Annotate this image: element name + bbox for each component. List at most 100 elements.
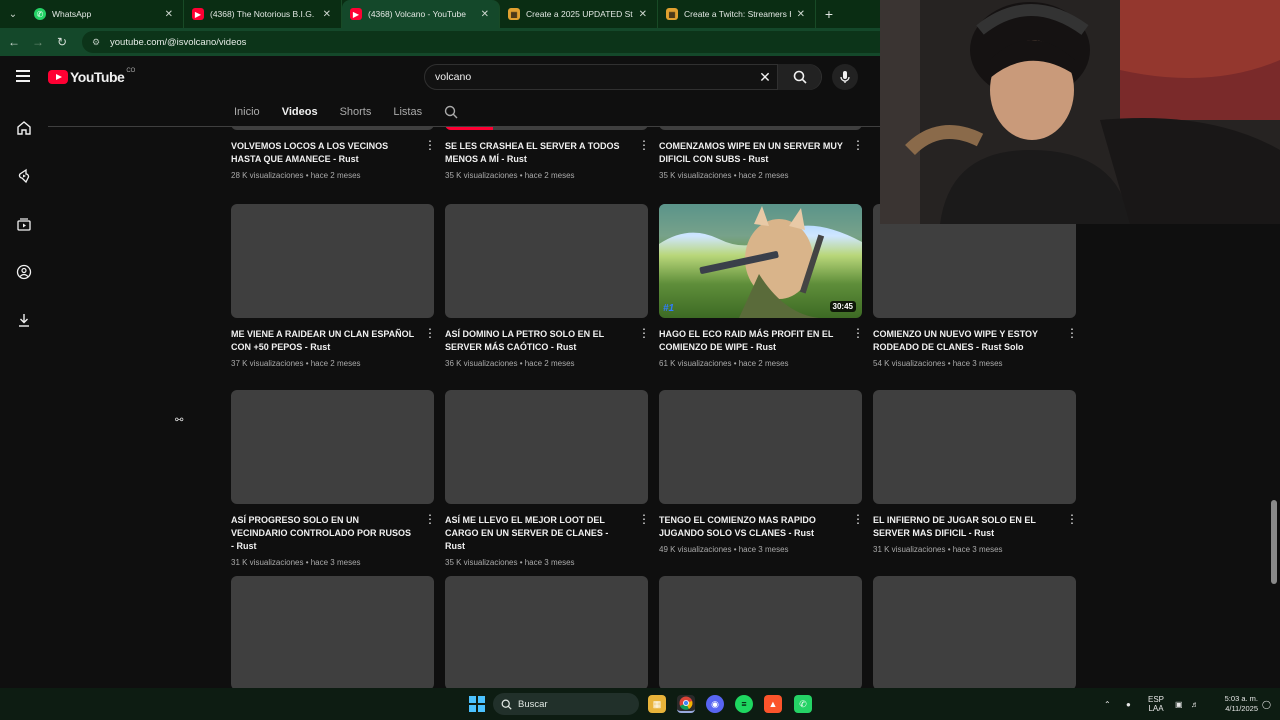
video-card[interactable] [659,576,862,688]
video-thumbnail[interactable] [659,576,862,688]
notifications-icon[interactable]: ◯ [1262,688,1271,720]
start-menu-icon[interactable] [469,696,485,712]
video-thumbnail[interactable] [231,576,434,688]
video-card[interactable] [231,576,434,688]
video-thumbnail[interactable] [231,390,434,504]
video-thumbnail[interactable] [445,390,648,504]
video-views: 54 K visualizaciones [873,359,946,368]
more-actions-icon[interactable]: ⋮ [1066,326,1078,340]
tab-search-chevron-icon[interactable]: ⌄ [0,0,26,28]
video-thumbnail[interactable] [659,127,862,130]
video-card[interactable]: SE LES CRASHEA EL SERVER A TODOS MENOS A… [445,127,650,180]
close-tab-icon[interactable]: ✕ [797,9,805,20]
tab-videos[interactable]: Videos [282,98,318,126]
browser-tab-volcano[interactable]: ▶ (4368) Volcano - YouTube ✕ [342,0,500,28]
video-card[interactable]: ASÍ PROGRESO SOLO EN UN VECINDARIO CONTR… [231,390,436,567]
video-card[interactable]: TENGO EL COMIENZO MAS RAPIDO JUGANDO SOL… [659,390,864,554]
video-card[interactable]: ME VIENE A RAIDEAR UN CLAN ESPAÑOL CON +… [231,204,436,368]
more-actions-icon[interactable]: ⋮ [424,512,436,526]
more-actions-icon[interactable]: ⋮ [852,512,864,526]
video-card[interactable] [873,576,1076,688]
tab-shorts[interactable]: Shorts [340,98,372,126]
video-title[interactable]: SE LES CRASHEA EL SERVER A TODOS MENOS A… [445,140,630,166]
discord-icon[interactable]: ◉ [706,695,724,713]
close-tab-icon[interactable]: ✕ [481,9,489,20]
tab-inicio[interactable]: Inicio [234,98,260,126]
more-actions-icon[interactable]: ⋮ [424,138,436,152]
new-tab-icon[interactable]: + [816,6,842,22]
video-card[interactable]: COMENZAMOS WIPE EN UN SERVER MUY DIFICIL… [659,127,864,180]
windows-taskbar: Buscar ▦ ◉ ≡ ▲ ✆ ⌃ ● ESP LAA ▣ ♬ 5:03 a.… [0,688,1280,720]
logo-text: YouTube [70,69,125,85]
more-actions-icon[interactable]: ⋮ [1066,512,1078,526]
video-title[interactable]: EL INFIERNO DE JUGAR SOLO EN EL SERVER M… [873,514,1058,540]
youtube-logo[interactable]: YouTube CO [48,68,135,85]
more-actions-icon[interactable]: ⋮ [852,326,864,340]
network-icon[interactable]: ▣ [1175,688,1183,720]
more-actions-icon[interactable]: ⋮ [638,512,650,526]
system-clock[interactable]: 5:03 a. m. 4/11/2025 [1210,694,1258,714]
search-icon [793,70,807,84]
video-title[interactable]: ASÍ PROGRESO SOLO EN UN VECINDARIO CONTR… [231,514,416,553]
close-tab-icon[interactable]: ✕ [639,9,647,20]
video-thumbnail[interactable] [231,204,434,318]
voice-search-button[interactable] [832,64,858,90]
video-thumbnail[interactable] [445,204,648,318]
more-actions-icon[interactable]: ⋮ [424,326,436,340]
tray-microphone-icon[interactable]: ● [1126,688,1131,720]
spotify-icon[interactable]: ≡ [735,695,753,713]
video-card[interactable]: VOLVEMOS LOCOS A LOS VECINOS HASTA QUE A… [231,127,436,180]
video-card[interactable]: #1 30:45 HAGO EL ECO RAID MÁS PROFIT EN … [659,204,864,368]
browser-tab-notorious[interactable]: ▶ (4368) The Notorious B.I.G. - Yo ✕ [184,0,342,28]
clear-search-icon[interactable]: ✕ [753,69,777,86]
whatsapp-icon[interactable]: ✆ [794,695,812,713]
video-title[interactable]: HAGO EL ECO RAID MÁS PROFIT EN EL COMIEN… [659,328,844,354]
more-actions-icon[interactable]: ⋮ [638,138,650,152]
channel-search-icon[interactable] [444,98,458,126]
file-explorer-icon[interactable]: ▦ [648,695,666,713]
video-title[interactable]: VOLVEMOS LOCOS A LOS VECINOS HASTA QUE A… [231,140,416,166]
video-card[interactable]: COMIENZO UN NUEVO WIPE Y ESTOY RODEADO D… [873,204,1078,368]
video-title[interactable]: COMENZAMOS WIPE EN UN SERVER MUY DIFICIL… [659,140,844,166]
search-input[interactable]: volcano [425,71,753,83]
site-settings-icon[interactable]: ⚙ [92,37,104,48]
video-thumbnail[interactable] [659,390,862,504]
brave-icon[interactable]: ▲ [764,695,782,713]
video-thumbnail[interactable] [873,390,1076,504]
video-title[interactable]: TENGO EL COMIENZO MAS RAPIDO JUGANDO SOL… [659,514,844,540]
video-card[interactable] [445,576,648,688]
forward-icon[interactable]: → [26,35,50,49]
video-thumbnail[interactable] [445,127,648,130]
language-indicator[interactable]: ESP LAA [1148,688,1164,720]
video-title[interactable]: COMIENZO UN NUEVO WIPE Y ESTOY RODEADO D… [873,328,1058,354]
video-title[interactable]: ME VIENE A RAIDEAR UN CLAN ESPAÑOL CON +… [231,328,416,354]
browser-tab-twitch[interactable]: ▦ Create a Twitch: Streamers Hisp ✕ [658,0,816,28]
search-button[interactable] [777,64,821,90]
menu-icon[interactable] [16,70,30,85]
video-card[interactable]: EL INFIERNO DE JUGAR SOLO EN EL SERVER M… [873,390,1078,554]
video-title[interactable]: ASÍ ME LLEVO EL MEJOR LOOT DEL CARGO EN … [445,514,630,553]
back-icon[interactable]: ← [2,35,26,49]
video-thumbnail[interactable]: #1 30:45 [659,204,862,318]
browser-tab-stream[interactable]: ▦ Create a 2025 UPDATED Stream ✕ [500,0,658,28]
reload-icon[interactable]: ↻ [50,35,74,49]
video-title[interactable]: ASÍ DOMINO LA PETRO SOLO EN EL SERVER MÁ… [445,328,630,354]
video-views: 37 K visualizaciones [231,359,304,368]
tab-listas[interactable]: Listas [393,98,422,126]
video-card[interactable]: ASÍ ME LLEVO EL MEJOR LOOT DEL CARGO EN … [445,390,650,567]
taskbar-search[interactable]: Buscar [493,693,639,715]
browser-tab-whatsapp[interactable]: ✆ WhatsApp ✕ [26,0,184,28]
video-thumbnail[interactable] [231,127,434,130]
close-tab-icon[interactable]: ✕ [323,9,331,20]
more-actions-icon[interactable]: ⋮ [852,138,864,152]
youtube-icon: ▶ [192,8,204,20]
video-thumbnail[interactable] [873,576,1076,688]
page-scrollbar[interactable] [1271,500,1277,584]
video-card[interactable]: ASÍ DOMINO LA PETRO SOLO EN EL SERVER MÁ… [445,204,650,368]
volume-icon[interactable]: ♬ [1191,688,1199,720]
more-actions-icon[interactable]: ⋮ [638,326,650,340]
tray-chevron-icon[interactable]: ⌃ [1104,688,1111,720]
video-thumbnail[interactable] [445,576,648,688]
chrome-icon[interactable] [677,695,695,713]
close-tab-icon[interactable]: ✕ [165,9,173,20]
